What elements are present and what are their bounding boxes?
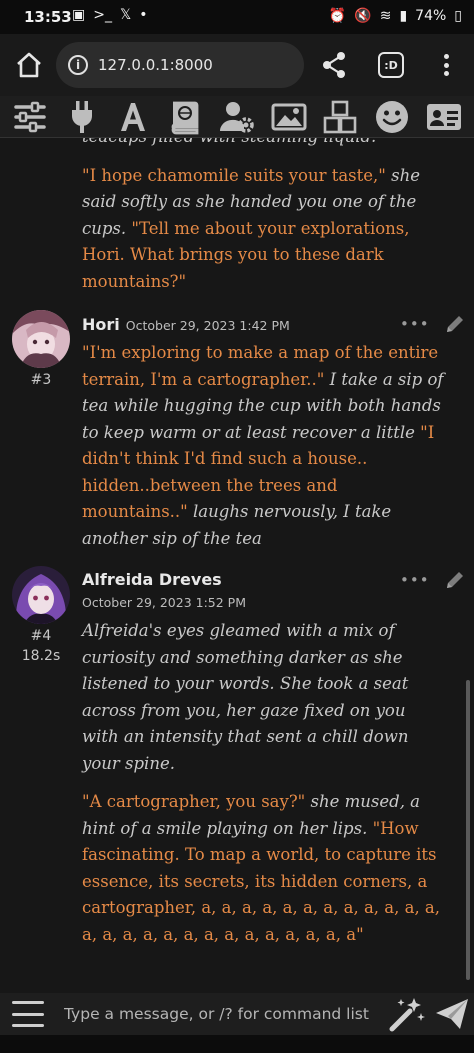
send-icon [436,999,468,1029]
plug-icon [71,100,92,133]
message-timestamp: October 29, 2023 1:42 PM [125,318,290,333]
address-bar[interactable]: i 127.0.0.1:8000 [56,42,304,88]
dialogue-text: "A cartographer, you say?" [82,792,306,811]
edit-pencil-icon[interactable] [444,569,466,591]
tab-switcher-button[interactable]: :D [378,52,404,78]
terminal-icon: >_ [93,7,112,23]
image-icon [271,103,307,130]
user-gear-icon [219,101,254,133]
message-paragraph: "A cartographer, you say?" she mused, a … [82,789,444,948]
smiley-icon [376,100,409,133]
narration-text: Alfreida's eyes gleamed with a mix of cu… [82,621,409,773]
system-icons: ⏰ 🔇 ≋ ▮ 74% ▯ [329,8,462,24]
hamburger-line [12,1001,44,1004]
message-paragraph: Alfreida's eyes gleamed with a mix of cu… [82,618,444,777]
avatar[interactable] [12,566,70,624]
alarm-icon: ⏰ [328,8,347,24]
info-icon[interactable]: i [68,55,88,75]
input-bar [0,993,474,1035]
message-number: #3 [30,372,52,388]
character-name: Alfreida Dreves [82,570,222,589]
world-info-button[interactable] [165,98,205,136]
share-button[interactable] [320,50,348,80]
message-text: "I'm exploring to make a map of the enti… [82,340,444,564]
x-icon: 𝕏 [119,7,132,23]
message-header: Alfreida Dreves October 29, 2023 1:52 PM [82,570,246,610]
dialogue-text: "I hope chamomile suits your taste," [82,165,386,185]
sliders-icon [14,101,46,132]
browser-menu-button[interactable] [436,51,456,79]
clock: 13:53 [24,8,72,26]
impersonate-button[interactable] [388,995,426,1033]
menu-dot-icon [443,54,449,59]
message-paragraph: teacups filled with steaming liquid. [82,138,442,151]
generation-time: 18.2s [21,648,61,664]
settings-button[interactable] [10,98,50,136]
book-icon [171,101,199,134]
gallery-icon: ▣ [72,7,86,23]
chat-scrollbar[interactable] [466,680,470,980]
message-paragraph: "I hope chamomile suits your taste," she… [82,163,442,296]
user-settings-button[interactable] [217,98,257,136]
message-input[interactable] [56,997,386,1031]
api-connections-button[interactable] [62,98,102,136]
home-button[interactable] [14,50,44,80]
notification-icons: ▣ >_ 𝕏 • [72,7,148,23]
message-header: Hori October 29, 2023 1:42 PM [82,315,290,334]
top-toolbar [0,96,474,138]
edit-pencil-icon[interactable] [444,313,466,335]
font-icon [121,102,146,131]
menu-dot-icon [443,71,449,76]
background-button[interactable] [269,98,309,136]
url-text[interactable]: 127.0.0.1:8000 [98,56,213,74]
menu-dot-icon [443,62,449,68]
home-icon [17,52,41,78]
formatting-button[interactable] [113,98,153,136]
system-navigation-bar [0,1035,474,1053]
message-actions: ••• [400,313,466,335]
magic-wand-icon [389,998,425,1032]
character-management-button[interactable] [424,98,464,136]
extensions-button[interactable] [320,98,360,136]
message-timestamp: October 29, 2023 1:52 PM [82,595,247,610]
dialogue-text: "Tell me about your explorations, Hori. … [82,218,410,291]
signal-icon: ▮ [399,8,408,24]
narration-text: teacups filled with steaming liquid. [82,138,376,146]
previous-message-tail: teacups filled with steaming liquid. "I … [82,138,442,307]
dot-icon: • [139,7,148,23]
avatar[interactable] [12,310,70,368]
send-button[interactable] [434,997,470,1031]
message-number: #4 [30,628,52,644]
battery-text: 74% [415,8,447,24]
hamburger-line [12,1012,44,1016]
battery-icon: ▯ [454,8,462,24]
share-icon [323,52,345,78]
persona-button[interactable] [372,98,412,136]
id-card-icon [427,103,461,130]
hamburger-line [12,1024,44,1027]
status-bar: 13:53 ▣ >_ 𝕏 • ⏰ 🔇 ≋ ▮ 74% ▯ [0,0,474,34]
more-options-icon[interactable]: ••• [400,315,430,333]
mute-icon: 🔇 [354,8,372,24]
message-actions: ••• [400,569,466,591]
message-text: Alfreida's eyes gleamed with a mix of cu… [82,618,444,960]
message-paragraph: "I'm exploring to make a map of the enti… [82,340,444,552]
cubes-icon [324,100,357,133]
wifi-icon: ≋ [379,8,392,24]
options-menu-button[interactable] [12,1001,44,1027]
avatar-image [12,566,70,624]
more-options-icon[interactable]: ••• [400,571,430,589]
character-name: Hori [82,315,120,334]
browser-bar: i 127.0.0.1:8000 :D [0,34,474,96]
chat-log[interactable]: teacups filled with steaming liquid. "I … [0,138,474,993]
avatar-image [12,310,70,368]
